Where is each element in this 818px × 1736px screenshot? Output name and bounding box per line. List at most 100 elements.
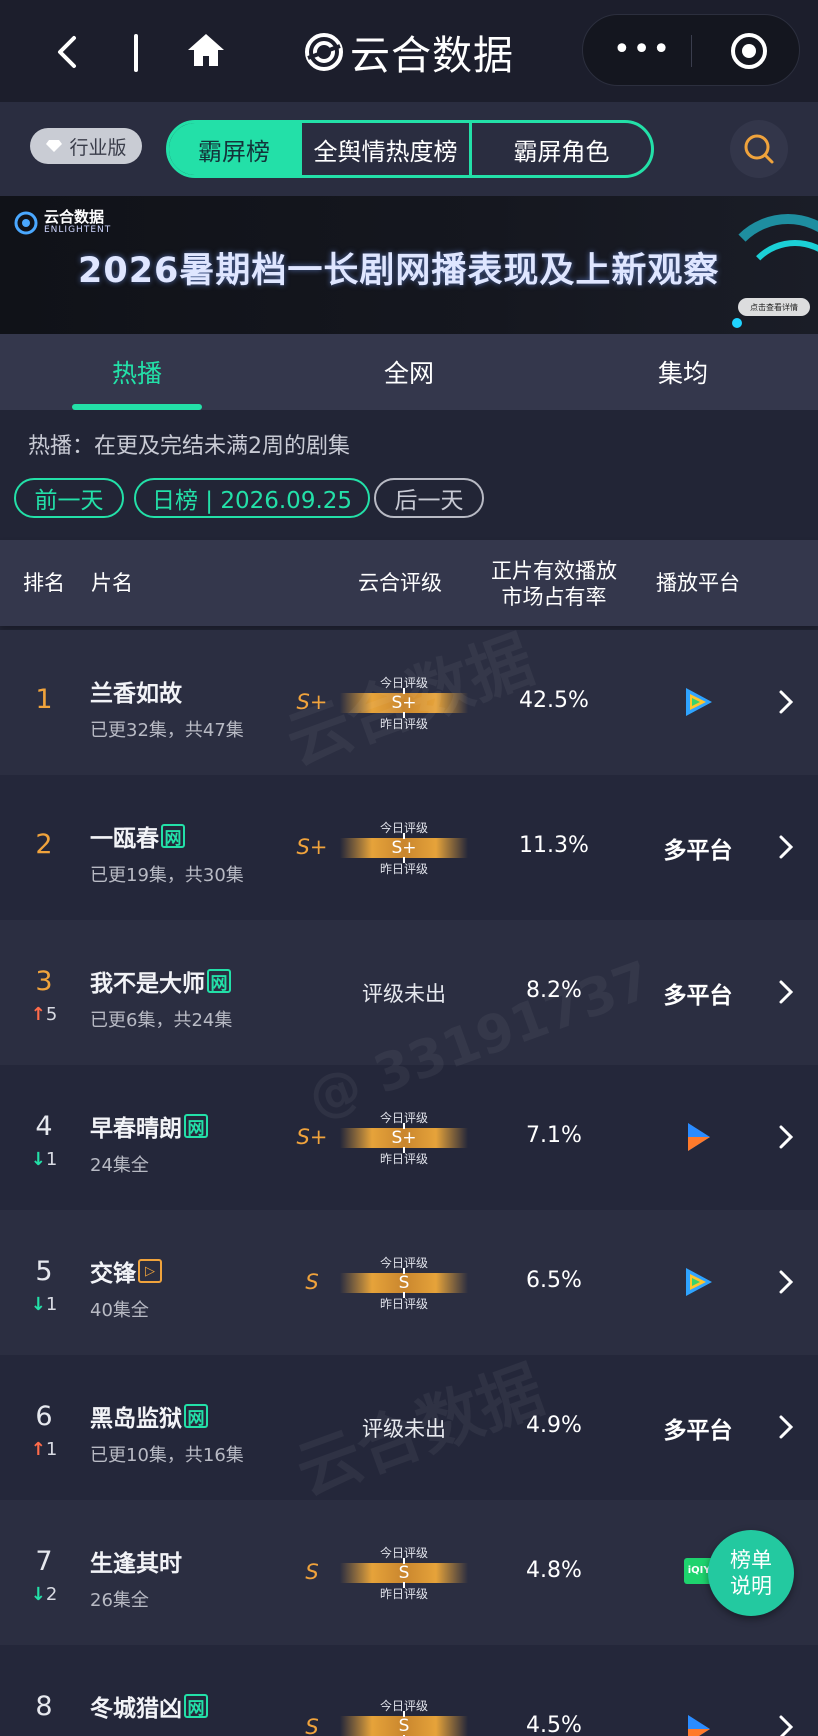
chevron-right-icon[interactable] — [776, 1268, 796, 1296]
tab-all-network[interactable]: 全网 — [344, 334, 474, 410]
tab-per-episode[interactable]: 集均 — [618, 334, 748, 410]
grade-gauge: 今日评级 S 昨日评级 — [340, 1254, 468, 1312]
segment-yuqing[interactable]: 全舆情热度榜 — [299, 123, 469, 175]
top-bar: 云合数据 ••• — [0, 0, 818, 102]
table-row[interactable]: 1 兰香如故 已更32集，共47集 S+ 今日评级 S+ 昨日评级 42.5% — [0, 630, 818, 775]
chevron-right-icon[interactable] — [776, 1413, 796, 1441]
prev-day-button[interactable]: 前一天 — [14, 478, 124, 518]
web-drama-tag: 网 — [161, 824, 185, 849]
market-share: 4.9% — [526, 1413, 582, 1438]
tencent-video-icon — [686, 1268, 712, 1296]
table-row[interactable]: 2 一瓯春网 已更19集，共30集 S+ 今日评级 S+ 昨日评级 11.3% … — [0, 775, 818, 920]
list-explanation-button[interactable]: 榜单 说明 — [708, 1530, 794, 1616]
episode-info: 24集全 — [90, 1155, 149, 1176]
web-drama-tag: 网 — [207, 969, 231, 994]
drama-title: 我不是大师网 — [90, 964, 231, 998]
table-row[interactable]: 5 ↓1 交锋 ▷ 40集全 S 今日评级 S 昨日评级 6.5% — [0, 1210, 818, 1355]
tab-hot[interactable]: 热播 — [72, 334, 202, 410]
arrow-down-icon: ↓ — [30, 1149, 46, 1170]
drama-title: 冬城猎凶网 — [90, 1689, 208, 1723]
market-share: 42.5% — [519, 688, 589, 713]
episode-info: 40集全 — [90, 1300, 149, 1321]
search-button[interactable] — [730, 120, 788, 178]
banner-logo: 云合数据 ENLIGHTENT — [14, 210, 111, 235]
grade-yesterday: S+ — [296, 690, 328, 714]
rank-change: ↑5 — [30, 1004, 58, 1025]
close-target-icon[interactable] — [729, 31, 769, 71]
web-drama-tag: 网 — [184, 1694, 208, 1719]
banner-title: 2026暑期档一长剧网播表现及上新观察 — [78, 251, 720, 291]
rank-number: 4 — [35, 1111, 53, 1142]
rank-number: 2 — [35, 829, 53, 860]
promo-banner[interactable]: 云合数据 ENLIGHTENT 2026暑期档一长剧网播表现及上新观察 点击查看… — [0, 196, 818, 334]
platform-text: 多平台 — [663, 838, 733, 864]
grade-yesterday: S+ — [296, 1125, 328, 1149]
rank-number: 5 — [35, 1256, 53, 1287]
rank-number: 6 — [35, 1401, 53, 1432]
list-tabs: 热播 全网 集均 — [0, 334, 818, 410]
episode-info: 已更19集，共30集 — [90, 865, 244, 886]
home-icon[interactable] — [186, 30, 226, 70]
tab-indicator — [72, 404, 202, 410]
episode-info: 已更32集，共47集 — [90, 720, 244, 741]
table-row[interactable]: 3 ↑5 我不是大师网 已更6集，共24集 评级未出 8.2% 多平台 — [0, 920, 818, 1065]
youku-icon — [688, 1123, 710, 1151]
table-row[interactable]: 4 ↓1 早春晴朗网 24集全 S+ 今日评级 S+ 昨日评级 7.1% — [0, 1065, 818, 1210]
arrow-down-icon: ↓ — [30, 1584, 46, 1605]
chevron-right-icon[interactable] — [776, 833, 796, 861]
nav-row: 行业版 霸屏榜 全舆情热度榜 霸屏角色 — [0, 102, 818, 196]
banner-cta[interactable]: 点击查看详情 — [738, 298, 810, 316]
market-share: 8.2% — [526, 978, 582, 1003]
drama-title: 生逢其时 — [90, 1551, 182, 1577]
col-share: 正片有效播放 市场占有率 — [491, 559, 617, 609]
arrow-up-icon: ↑ — [30, 1004, 46, 1025]
rank-number: 8 — [35, 1691, 53, 1722]
more-icon[interactable]: ••• — [613, 35, 672, 65]
back-arrow-icon[interactable] — [52, 34, 86, 70]
rank-number: 7 — [35, 1546, 53, 1577]
grade-gauge: 今日评级 S 昨日评级 — [340, 1544, 468, 1602]
rank-change: ↓1 — [30, 1149, 58, 1170]
grade-pending: 评级未出 — [362, 1417, 446, 1441]
web-drama-tag: 网 — [184, 1404, 208, 1429]
grade-gauge: 今日评级 S+ 昨日评级 — [340, 1109, 468, 1167]
segment-bapingbang[interactable]: 霸屏榜 — [169, 123, 299, 175]
miniprogram-capsule: ••• — [582, 14, 800, 86]
table-header: 排名 片名 云合评级 正片有效播放 市场占有率 播放平台 — [0, 540, 818, 626]
next-day-button[interactable]: 后一天 — [374, 478, 484, 518]
arrow-down-icon: ↓ — [30, 1294, 46, 1315]
grade-gauge: 今日评级 S+ 昨日评级 — [340, 819, 468, 877]
col-title: 片名 — [91, 571, 133, 595]
table-row[interactable]: 7 ↓2 生逢其时 26集全 S 今日评级 S 昨日评级 4.8% iQIYI — [0, 1500, 818, 1645]
market-share: 11.3% — [519, 833, 589, 858]
drama-title: 兰香如故 — [90, 681, 182, 707]
grade-pending: 评级未出 — [362, 982, 446, 1006]
grade-yesterday: S — [305, 1715, 319, 1736]
table-row[interactable]: 6 ↑1 黑岛监狱网 已更10集，共16集 评级未出 4.9% 多平台 — [0, 1355, 818, 1500]
brand-title: 云合数据 — [350, 33, 514, 79]
web-drama-tag: 网 — [184, 1114, 208, 1139]
market-share: 6.5% — [526, 1268, 582, 1293]
chevron-right-icon[interactable] — [776, 1123, 796, 1151]
rank-change: ↓1 — [30, 1294, 58, 1315]
rank-change: ↓2 — [30, 1584, 58, 1605]
rank-number: 3 — [35, 966, 53, 997]
rank-change: ↑1 — [30, 1439, 58, 1460]
divider — [134, 34, 138, 72]
industry-badge[interactable]: 行业版 — [30, 128, 142, 164]
drama-title: 黑岛监狱网 — [90, 1399, 208, 1433]
table-row[interactable]: 8 冬城猎凶网 S 今日评级 S 4.5% — [0, 1645, 818, 1736]
chevron-right-icon[interactable] — [776, 978, 796, 1006]
date-selector[interactable]: 日榜 | 2026.09.25 — [134, 478, 370, 518]
platform-text: 多平台 — [663, 1418, 733, 1444]
col-platform: 播放平台 — [656, 571, 740, 595]
ranking-type-segment: 霸屏榜 全舆情热度榜 霸屏角色 — [166, 120, 654, 178]
segment-role[interactable]: 霸屏角色 — [469, 123, 651, 175]
chevron-right-icon[interactable] — [776, 1713, 796, 1736]
market-share: 4.8% — [526, 1558, 582, 1583]
drama-title: 一瓯春网 — [90, 819, 185, 853]
market-share: 4.5% — [526, 1713, 582, 1736]
list-description: 热播：在更及完结未满2周的剧集 — [28, 434, 350, 459]
episode-info: 26集全 — [90, 1590, 149, 1611]
chevron-right-icon[interactable] — [776, 688, 796, 716]
